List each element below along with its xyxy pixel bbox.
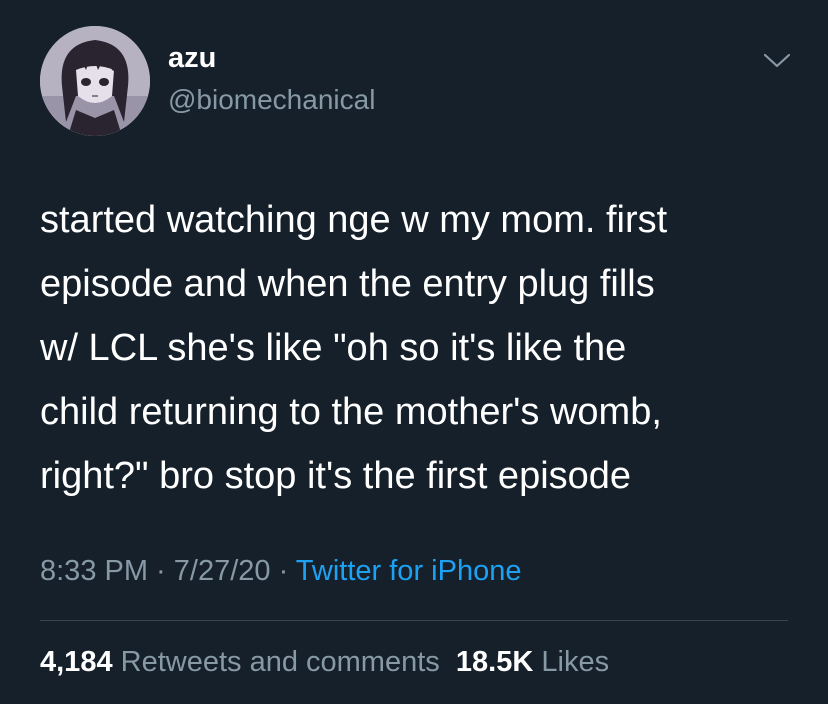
divider <box>40 620 788 621</box>
tweet-time[interactable]: 8:33 PM <box>40 555 148 587</box>
retweets-count: 4,184 <box>40 646 113 678</box>
tweet-text-line: w/ LCL she's like "oh so it's like the <box>40 327 627 369</box>
retweets-label: Retweets and comments <box>120 646 440 678</box>
avatar[interactable] <box>40 26 150 136</box>
tweet-text-line: started watching nge w my mom. first <box>40 199 668 241</box>
retweets-stat[interactable]: 4,184 Retweets and comments <box>40 646 440 678</box>
tweet-text-line: episode and when the entry plug fills <box>40 263 655 305</box>
meta-separator: · <box>148 555 174 587</box>
tweet-date[interactable]: 7/27/20 <box>174 555 271 587</box>
likes-label: Likes <box>541 646 610 678</box>
tweet-card: azu @biomechanical started watching nge … <box>0 0 828 704</box>
tweet-text-line: child returning to the mother's womb, <box>40 391 662 433</box>
chevron-down-icon[interactable] <box>762 50 792 70</box>
likes-count: 18.5K <box>455 646 534 678</box>
tweet-source-link[interactable]: Twitter for iPhone <box>296 555 522 587</box>
avatar-image <box>40 26 150 136</box>
user-handle[interactable]: @biomechanical <box>168 86 375 114</box>
tweet-text: started watching nge w my mom. first epi… <box>40 188 800 508</box>
tweet-stats: 4,184 Retweets and comments 18.5K Likes <box>40 645 609 680</box>
meta-separator: · <box>270 555 296 587</box>
likes-stat[interactable]: 18.5K Likes <box>456 646 609 678</box>
tweet-metadata: 8:33 PM · 7/27/20 · Twitter for iPhone <box>40 554 521 589</box>
display-name[interactable]: azu <box>168 44 216 73</box>
tweet-text-line: right?" bro stop it's the first episode <box>40 455 632 497</box>
